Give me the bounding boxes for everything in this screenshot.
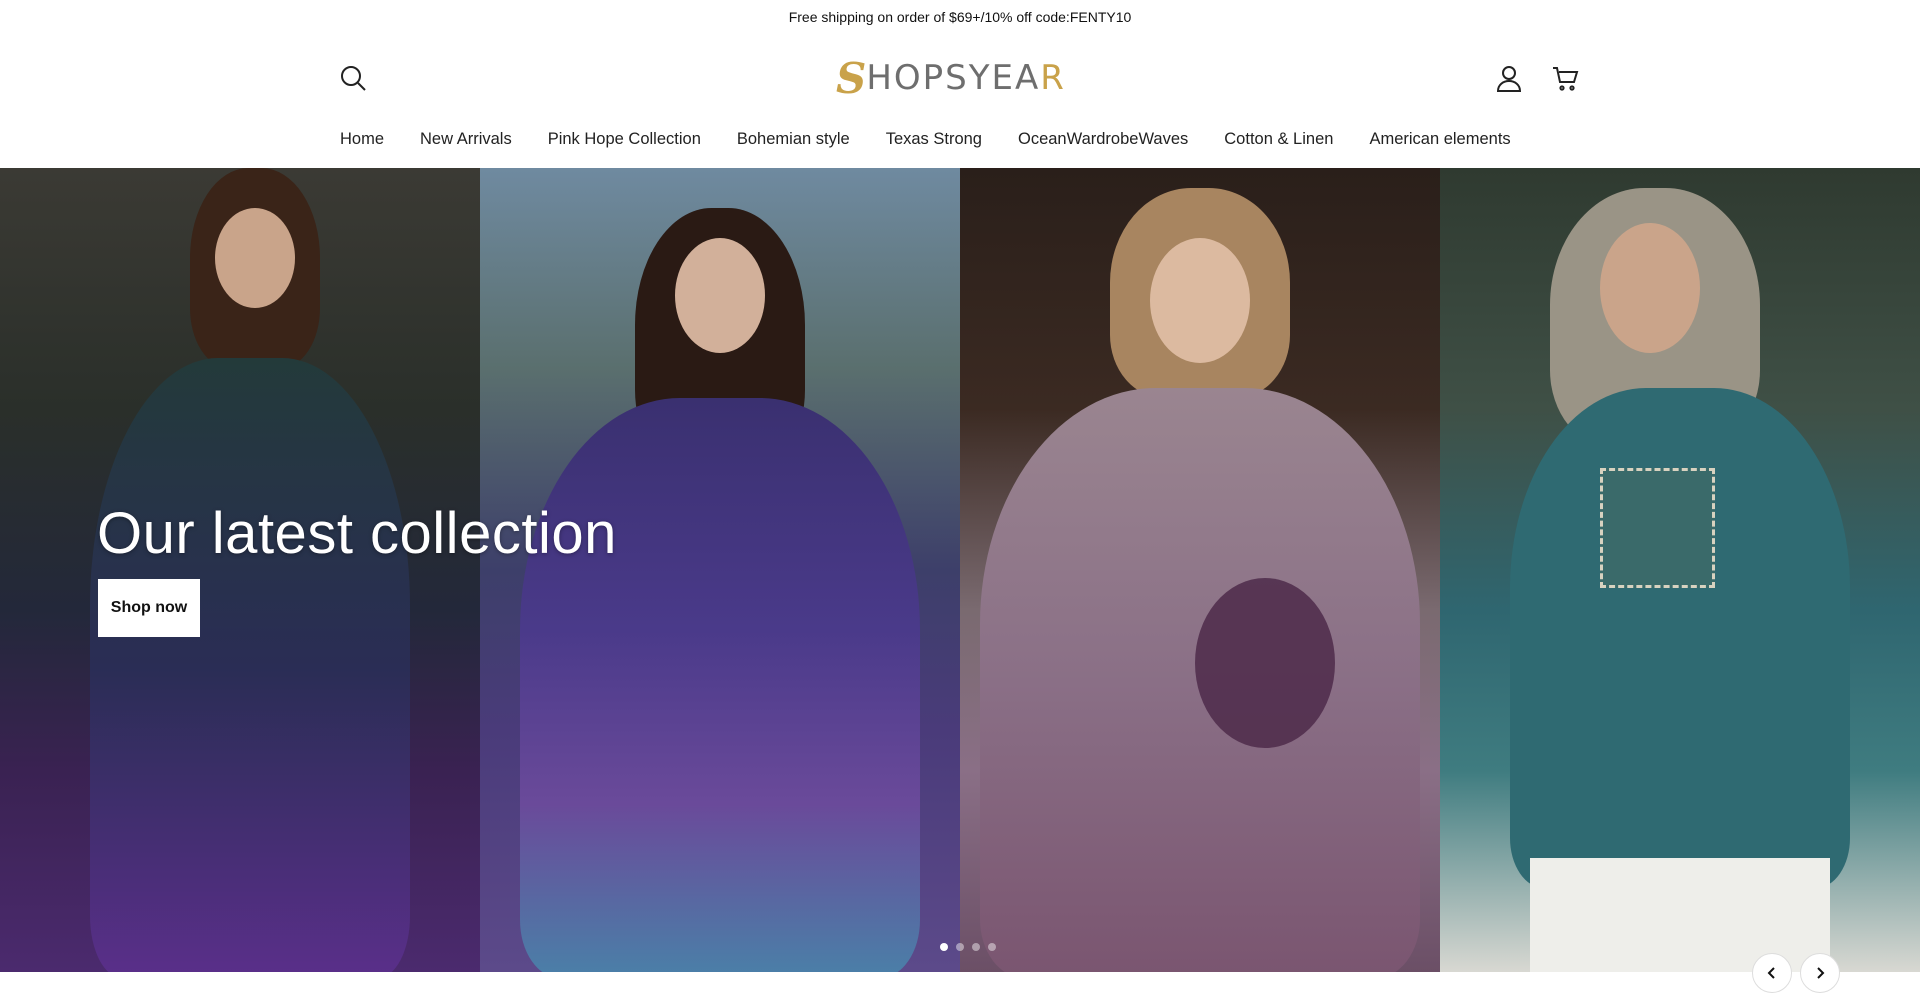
hero-image-2 xyxy=(480,168,960,972)
nav-item-cotton-linen[interactable]: Cotton & Linen xyxy=(1224,130,1333,149)
nav-item-pink-hope-collection[interactable]: Pink Hope Collection xyxy=(548,130,701,149)
shop-now-button[interactable]: Shop now xyxy=(98,579,200,637)
nav-item-american-elements[interactable]: American elements xyxy=(1369,130,1510,149)
hero-title: Our latest collection xyxy=(97,501,617,566)
nav-item-new-arrivals[interactable]: New Arrivals xyxy=(420,130,512,149)
logo-wordmark: HOPSYEAR xyxy=(866,58,1066,98)
logo-mark: S xyxy=(836,53,866,103)
hero-image-1 xyxy=(0,168,480,972)
slide-indicators xyxy=(940,943,996,951)
next-slide-button[interactable] xyxy=(1800,953,1840,993)
cart-icon[interactable] xyxy=(1551,64,1579,92)
logo-wordmark-b: R xyxy=(1040,58,1066,98)
chevron-right-icon xyxy=(1817,967,1825,979)
hero-banner: Our latest collection Shop now xyxy=(0,168,1920,972)
chevron-left-icon xyxy=(1767,967,1775,979)
logo-wordmark-a: HOPSYEA xyxy=(866,58,1041,98)
announcement-text: Free shipping on order of $69+/10% off c… xyxy=(788,9,1132,25)
main-nav: Home New Arrivals Pink Hope Collection B… xyxy=(0,124,1920,168)
nav-item-home[interactable]: Home xyxy=(340,130,384,149)
previous-slide-button[interactable] xyxy=(1752,953,1792,993)
nav-item-texas-strong[interactable]: Texas Strong xyxy=(886,130,982,149)
announcement-bar: Free shipping on order of $69+/10% off c… xyxy=(0,0,1920,34)
slide-dot[interactable] xyxy=(940,943,948,951)
nav-item-ocean-wardrobe-waves[interactable]: OceanWardrobeWaves xyxy=(1018,130,1188,149)
search-icon[interactable] xyxy=(339,64,367,92)
slide-dot[interactable] xyxy=(988,943,996,951)
site-header: S HOPSYEAR xyxy=(0,34,1920,124)
slide-dot[interactable] xyxy=(972,943,980,951)
site-logo[interactable]: S HOPSYEAR xyxy=(836,54,1066,103)
slide-dot[interactable] xyxy=(956,943,964,951)
hero-image-4 xyxy=(1440,168,1920,972)
account-icon[interactable] xyxy=(1495,64,1523,92)
hero-image-3 xyxy=(960,168,1440,972)
nav-item-bohemian-style[interactable]: Bohemian style xyxy=(737,130,850,149)
